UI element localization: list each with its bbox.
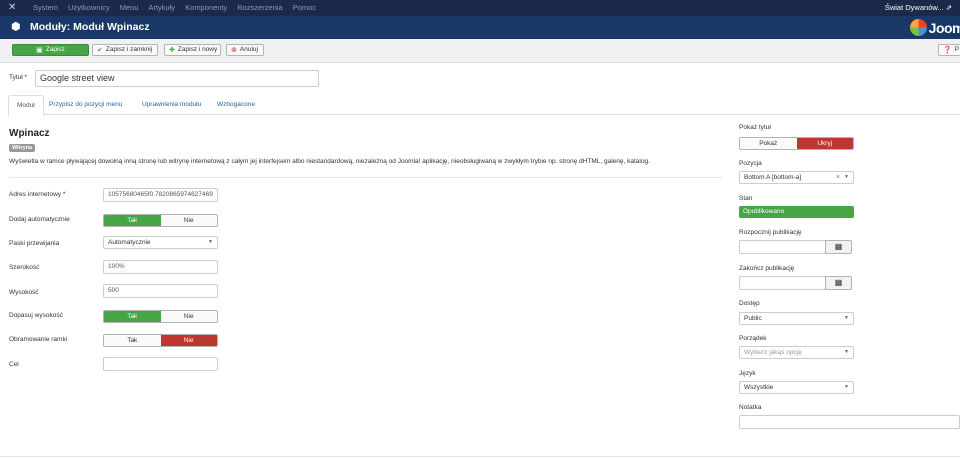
url-label: Adres internetowy * xyxy=(9,191,66,198)
plus-icon: ✚ xyxy=(169,46,175,54)
note-label: Notatka xyxy=(739,404,762,411)
page-header: ⬢ Moduły: Moduł Wpinacz Joom xyxy=(0,16,960,39)
scrollbars-select[interactable]: Automatycznie ▼ xyxy=(103,236,218,249)
title-label: Tytuł * xyxy=(9,74,28,81)
width-input[interactable]: 100% xyxy=(103,260,218,274)
main-menu: System Użytkownicy Menu Artykuły Kompone… xyxy=(33,0,316,16)
height-label: Wysokość xyxy=(9,289,39,296)
state-select[interactable]: Opublikowano xyxy=(739,206,854,218)
show-title-label: Pokaż tytuł xyxy=(739,124,771,131)
publish-up-label: Rozpocznij publikację xyxy=(739,229,802,236)
save-button[interactable]: ▣ Zapisz xyxy=(12,44,89,56)
clear-icon[interactable]: × xyxy=(836,172,840,183)
site-link[interactable]: Świat Dywanów... ⇗ xyxy=(885,0,952,16)
cube-icon: ⬢ xyxy=(11,21,21,33)
module-description: Wyświetla w ramce pływającej dowolną inn… xyxy=(9,158,650,165)
auto-add-toggle: Tak Nie xyxy=(103,214,218,227)
frame-border-yes[interactable]: Tak xyxy=(104,335,161,346)
tab-advanced[interactable]: Wzbogacone xyxy=(209,95,263,115)
help-button[interactable]: ❓ P xyxy=(938,44,960,56)
page-title: Moduły: Moduł Wpinacz xyxy=(30,21,150,33)
auto-height-label: Dopasuj wysokość xyxy=(9,312,63,319)
module-name: Wpinacz xyxy=(9,128,50,139)
auto-add-no[interactable]: Nie xyxy=(160,215,217,226)
frame-border-no[interactable]: Nie xyxy=(160,335,217,346)
save-close-button[interactable]: ✔ Zapisz i zamknij xyxy=(92,44,158,56)
title-input[interactable]: Google street view xyxy=(35,70,319,87)
language-select[interactable]: Wszystkie ▼ xyxy=(739,381,854,394)
menu-item-components[interactable]: Komponenty xyxy=(185,0,227,16)
scrollbars-label: Paski przewijania xyxy=(9,240,60,247)
auto-height-toggle: Tak Nie xyxy=(103,310,218,323)
note-input[interactable] xyxy=(739,415,960,429)
calendar-icon[interactable]: ▦ xyxy=(825,240,852,254)
question-icon: ❓ xyxy=(943,46,952,54)
access-select[interactable]: Public ▼ xyxy=(739,312,854,325)
tab-module[interactable]: Moduł xyxy=(8,95,44,116)
url-input[interactable]: 10575680465f0.7820865974627469 xyxy=(103,188,218,202)
chevron-down-icon: ▼ xyxy=(844,349,849,355)
toolbar: ▣ Zapisz ✔ Zapisz i zamknij ✚ Zapisz i n… xyxy=(0,39,960,63)
state-label: Stan xyxy=(739,195,753,202)
brand-text: Joom xyxy=(928,19,960,36)
chevron-down-icon: ▼ xyxy=(844,174,849,180)
publish-down-label: Zakończ publikację xyxy=(739,265,795,272)
frame-border-label: Obramowanie ramki xyxy=(9,336,68,343)
auto-add-label: Dodaj automatycznie xyxy=(9,216,70,223)
language-label: Język xyxy=(739,370,756,377)
tab-permissions[interactable]: Uprawnienia modułu xyxy=(134,95,209,115)
position-label: Pozycja xyxy=(739,160,762,167)
auto-add-yes[interactable]: Tak xyxy=(104,215,161,226)
save-icon: ▣ xyxy=(36,46,43,54)
menu-item-system[interactable]: System xyxy=(33,0,58,16)
calendar-icon[interactable]: ▦ xyxy=(825,276,852,290)
cancel-icon: ⊗ xyxy=(231,46,237,54)
site-badge: Witryna xyxy=(9,144,36,152)
target-input[interactable] xyxy=(103,357,218,371)
joomla-logo-icon[interactable]: ✕ xyxy=(8,3,18,13)
footer-divider xyxy=(0,456,960,457)
ordering-select[interactable]: Wybierz jakąś opcję ▼ xyxy=(739,346,854,359)
top-navbar: ✕ System Użytkownicy Menu Artykuły Kompo… xyxy=(0,0,960,16)
check-icon: ✔ xyxy=(97,46,103,54)
ordering-label: Porządek xyxy=(739,335,767,342)
show-title-show[interactable]: Pokaż xyxy=(740,138,797,149)
joomla-logo-icon xyxy=(909,19,927,36)
publish-up-input[interactable] xyxy=(739,240,826,254)
height-input[interactable]: 500 xyxy=(103,284,218,298)
menu-item-menus[interactable]: Menu xyxy=(120,0,139,16)
position-select[interactable]: Bottom A [bottom-a] × ▼ xyxy=(739,171,854,184)
auto-height-yes[interactable]: Tak xyxy=(104,311,161,322)
access-label: Dostęp xyxy=(739,300,760,307)
show-title-hide[interactable]: Ukryj xyxy=(796,138,853,149)
show-title-toggle: Pokaż Ukryj xyxy=(739,137,854,150)
menu-item-users[interactable]: Użytkownicy xyxy=(68,0,110,16)
divider xyxy=(9,177,722,178)
chevron-down-icon: ▼ xyxy=(208,239,213,245)
tab-bar: Moduł Przypisz do pozycji menu Uprawnien… xyxy=(8,95,960,116)
save-new-button[interactable]: ✚ Zapisz i nowy xyxy=(164,44,221,56)
joomla-brand: Joom xyxy=(909,18,960,37)
width-label: Szerokość xyxy=(9,264,40,271)
frame-border-toggle: Tak Nie xyxy=(103,334,218,347)
tab-menu-assignment[interactable]: Przypisz do pozycji menu xyxy=(41,95,130,115)
chevron-down-icon: ▼ xyxy=(844,315,849,321)
menu-item-extensions[interactable]: Rozszerzenia xyxy=(237,0,282,16)
chevron-down-icon: ▼ xyxy=(844,384,849,390)
menu-item-help[interactable]: Pomoc xyxy=(293,0,316,16)
auto-height-no[interactable]: Nie xyxy=(160,311,217,322)
target-label: Cel xyxy=(9,361,19,368)
menu-item-content[interactable]: Artykuły xyxy=(148,0,175,16)
publish-down-input[interactable] xyxy=(739,276,826,290)
cancel-button[interactable]: ⊗ Anuluj xyxy=(226,44,264,56)
